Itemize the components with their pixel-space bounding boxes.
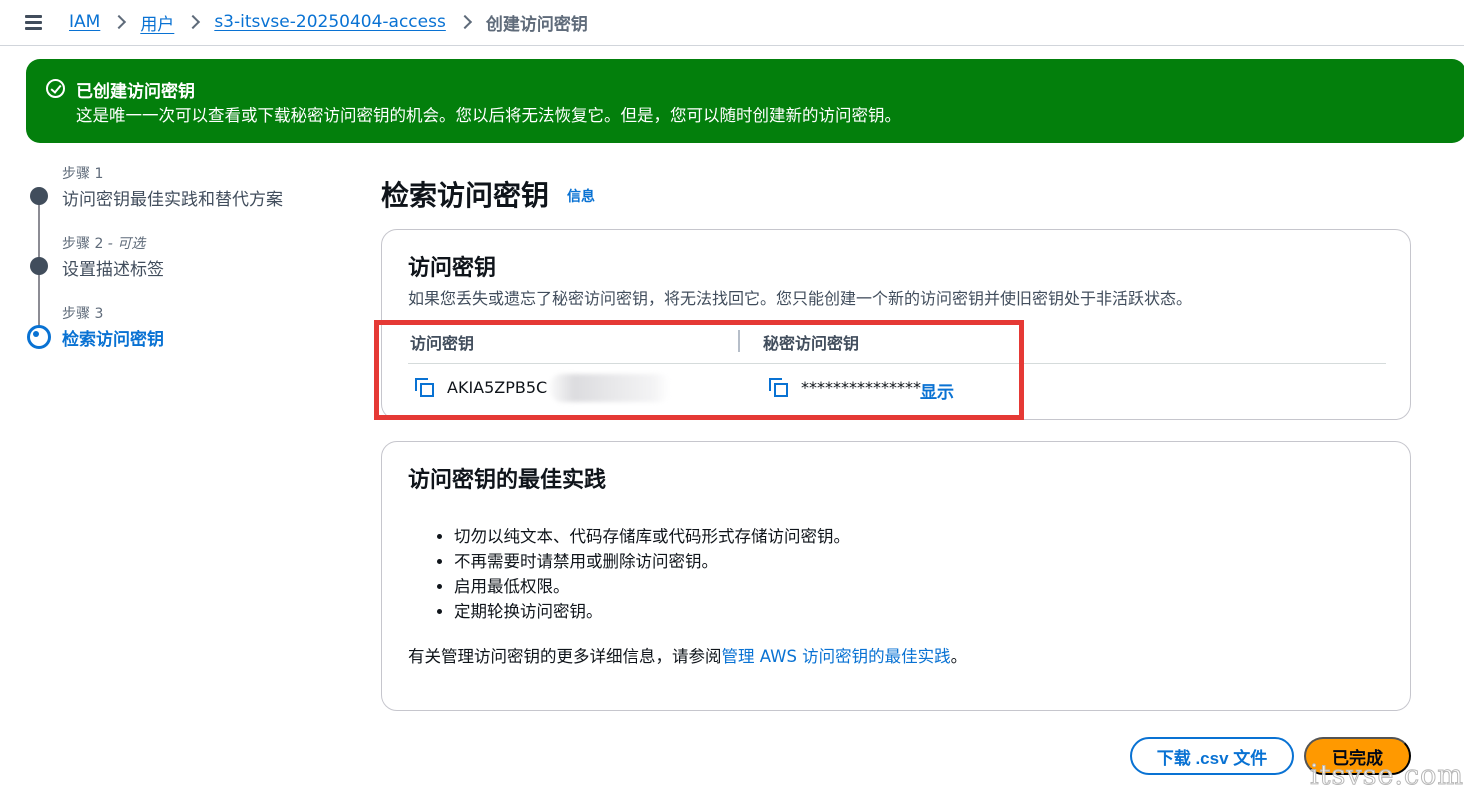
step-3-active-indicator-icon <box>27 325 51 349</box>
step-1-number: 步骤 1 <box>62 166 104 182</box>
flash-message: 这是唯一一次可以查看或下载秘密访问密钥的机会。您以后将无法恢复它。但是，您可以随… <box>76 106 901 125</box>
download-csv-button[interactable]: 下载 .csv 文件 <box>1130 737 1294 775</box>
breadcrumb-users[interactable]: 用户 <box>140 10 174 35</box>
step-2-indicator-icon <box>30 257 48 275</box>
step-1-indicator-icon <box>30 187 48 205</box>
hamburger-menu-icon[interactable] <box>24 12 44 32</box>
access-key-card-title: 访问密钥 <box>408 256 497 281</box>
red-highlight-box <box>374 320 1024 420</box>
check-circle-icon <box>46 79 65 98</box>
more-info-prefix: 有关管理访问密钥的更多详细信息，请参阅 <box>408 647 722 666</box>
step-1-label[interactable]: 访问密钥最佳实践和替代方案 <box>62 185 283 210</box>
step-connector <box>38 274 40 329</box>
list-item: 切勿以纯文本、代码存储库或代码形式存储访问密钥。 <box>454 524 850 549</box>
step-connector <box>38 204 40 259</box>
chevron-right-icon <box>460 10 472 34</box>
breadcrumb-current: 创建访问密钥 <box>485 14 588 35</box>
success-flash-banner: 已创建访问密钥 这是唯一一次可以查看或下载秘密访问密钥的机会。您以后将无法恢复它… <box>26 59 1464 143</box>
top-navigation-bar: IAM 用户 s3-itsvse-20250404-access 创建访问密钥 <box>0 0 1464 46</box>
breadcrumb-user-name[interactable]: s3-itsvse-20250404-access <box>214 12 446 32</box>
step-3-number: 步骤 3 <box>62 306 104 322</box>
access-key-card-description: 如果您丢失或遗忘了秘密访问密钥，将无法找回它。您只能创建一个新的访问密钥并使旧密… <box>408 289 1193 308</box>
info-link[interactable]: 信息 <box>567 186 595 206</box>
best-practices-title: 访问密钥的最佳实践 <box>408 468 607 493</box>
best-practices-card: 访问密钥的最佳实践 切勿以纯文本、代码存储库或代码形式存储访问密钥。 不再需要时… <box>381 441 1411 711</box>
flash-title: 已创建访问密钥 <box>76 82 195 102</box>
list-item: 启用最低权限。 <box>454 574 850 599</box>
best-practices-doc-link[interactable]: 管理 AWS 访问密钥的最佳实践 <box>722 647 951 666</box>
best-practices-list: 切勿以纯文本、代码存储库或代码形式存储访问密钥。 不再需要时请禁用或删除访问密钥… <box>436 524 850 624</box>
step-2-label[interactable]: 设置描述标签 <box>62 255 164 280</box>
step-3-label: 检索访问密钥 <box>62 330 164 350</box>
page-title: 检索访问密钥 <box>381 179 550 212</box>
list-item: 定期轮换访问密钥。 <box>454 599 850 624</box>
breadcrumb-iam[interactable]: IAM <box>69 12 100 32</box>
chevron-right-icon <box>114 10 126 34</box>
breadcrumb: IAM 用户 s3-itsvse-20250404-access 创建访问密钥 <box>69 10 588 35</box>
chevron-right-icon <box>188 10 200 34</box>
watermark: itsvse.com <box>1310 760 1464 792</box>
step-2-number: 步骤 2 - 可选 <box>62 236 146 252</box>
list-item: 不再需要时请禁用或删除访问密钥。 <box>454 549 850 574</box>
best-practices-more-info: 有关管理访问密钥的更多详细信息，请参阅管理 AWS 访问密钥的最佳实践。 <box>408 643 967 667</box>
more-info-suffix: 。 <box>950 647 968 666</box>
